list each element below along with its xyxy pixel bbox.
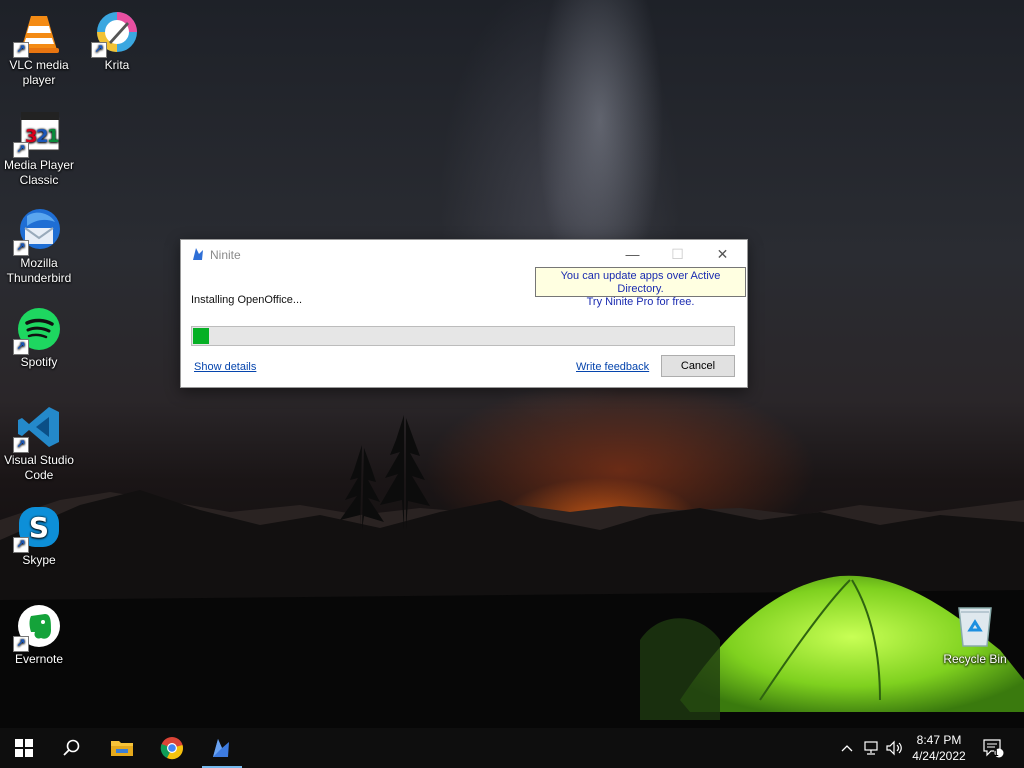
- close-button[interactable]: ✕: [700, 240, 745, 270]
- clock[interactable]: 8:47 PM 4/24/2022: [905, 732, 973, 764]
- shortcut-arrow-icon: ↗: [13, 636, 29, 652]
- write-feedback-link[interactable]: Write feedback: [576, 361, 649, 373]
- search-icon: [63, 739, 80, 756]
- progress-fill: [193, 328, 209, 344]
- show-details-link[interactable]: Show details: [194, 361, 256, 373]
- skype-icon: S ↗: [13, 503, 63, 553]
- notification-count-badge: 1: [993, 748, 999, 758]
- tooltip-line-2: Try Ninite Pro for free.: [586, 296, 695, 308]
- show-hidden-icons-button[interactable]: [837, 728, 857, 768]
- shortcut-arrow-icon: ↗: [13, 339, 29, 355]
- speaker-icon: [886, 740, 902, 756]
- shortcut-arrow-icon: ↗: [13, 437, 29, 453]
- recycle-bin-icon: [951, 602, 999, 650]
- desktop-icon-label: Media Player Classic: [3, 158, 75, 187]
- desktop-icon-skype[interactable]: S ↗ Skype: [0, 503, 78, 568]
- ninite-icon: [213, 739, 229, 757]
- desktop-icon-label: Spotify: [20, 355, 58, 369]
- shortcut-arrow-icon: ↗: [91, 42, 107, 58]
- start-button[interactable]: [0, 728, 48, 768]
- vscode-icon: ↗: [13, 403, 63, 453]
- desktop-icon-spotify[interactable]: ↗ Spotify: [0, 305, 78, 370]
- promo-tooltip: You can update apps over Active Director…: [535, 267, 746, 308]
- desktop-icon-label: Mozilla Thunderbird: [6, 256, 72, 285]
- desktop-icon-recycle-bin[interactable]: Recycle Bin: [936, 602, 1014, 667]
- shortcut-arrow-icon: ↗: [13, 142, 29, 158]
- search-button[interactable]: [48, 728, 96, 768]
- cancel-button[interactable]: Cancel: [661, 355, 735, 377]
- spotify-icon: ↗: [13, 305, 63, 355]
- ninite-dialog: Ninite — ☐ ✕ You can update apps over Ac…: [180, 239, 748, 388]
- desktop-icon-label: VLC media player: [9, 58, 69, 87]
- chrome-icon: [160, 737, 183, 760]
- ninite-logo-icon: [193, 248, 203, 260]
- taskbar: 8:47 PM 4/24/2022 1: [0, 728, 1024, 768]
- svg-text:1: 1: [47, 126, 60, 147]
- krita-icon: ↗: [91, 8, 141, 58]
- windows-logo-icon: [15, 739, 33, 757]
- desktop-icon-vscode[interactable]: ↗ Visual Studio Code: [0, 403, 78, 483]
- clock-time: 8:47 PM: [916, 733, 962, 747]
- desktop-icon-label: Evernote: [14, 652, 64, 666]
- network-icon: [864, 741, 878, 755]
- network-button[interactable]: [860, 728, 882, 768]
- evernote-icon: ↗: [13, 602, 63, 652]
- desktop-icon-label: Skype: [22, 553, 56, 567]
- svg-text:S: S: [29, 511, 49, 544]
- taskbar-ninite[interactable]: [198, 728, 246, 768]
- install-status: Installing OpenOffice...: [191, 294, 303, 306]
- file-explorer-icon: [111, 741, 133, 756]
- thunderbird-icon: ↗: [13, 206, 63, 256]
- desktop-icon-label: Visual Studio Code: [4, 453, 74, 482]
- taskbar-chrome[interactable]: [148, 728, 196, 768]
- desktop-icon-label: Recycle Bin: [943, 652, 1007, 666]
- action-center-button[interactable]: 1: [978, 728, 1008, 768]
- title-bar[interactable]: Ninite — ☐ ✕: [181, 240, 747, 270]
- chevron-up-icon: [841, 745, 853, 752]
- taskbar-file-explorer[interactable]: [98, 728, 146, 768]
- shortcut-arrow-icon: ↗: [13, 537, 29, 553]
- maximize-button[interactable]: ☐: [655, 240, 700, 270]
- tooltip-line-1: You can update apps over Active Director…: [560, 270, 721, 295]
- desktop-icon-krita[interactable]: ↗ Krita: [78, 8, 156, 73]
- volume-button[interactable]: [883, 728, 905, 768]
- desktop-icon-label: Krita: [104, 58, 130, 72]
- desktop-icon-media-player-classic[interactable]: 321 ↗ Media Player Classic: [0, 108, 78, 188]
- vlc-icon: ↗: [13, 8, 63, 58]
- desktop-icon-thunderbird[interactable]: ↗ Mozilla Thunderbird: [0, 206, 78, 286]
- shortcut-arrow-icon: ↗: [13, 240, 29, 256]
- mpc-icon: 321 ↗: [13, 108, 63, 158]
- minimize-button[interactable]: —: [610, 240, 655, 270]
- install-progress-bar: [191, 326, 735, 346]
- desktop-icon-evernote[interactable]: ↗ Evernote: [0, 602, 78, 667]
- desktop-icon-vlc[interactable]: ↗ VLC media player: [0, 8, 78, 88]
- dialog-title: Ninite: [210, 248, 241, 262]
- clock-date: 4/24/2022: [912, 749, 966, 763]
- shortcut-arrow-icon: ↗: [13, 42, 29, 58]
